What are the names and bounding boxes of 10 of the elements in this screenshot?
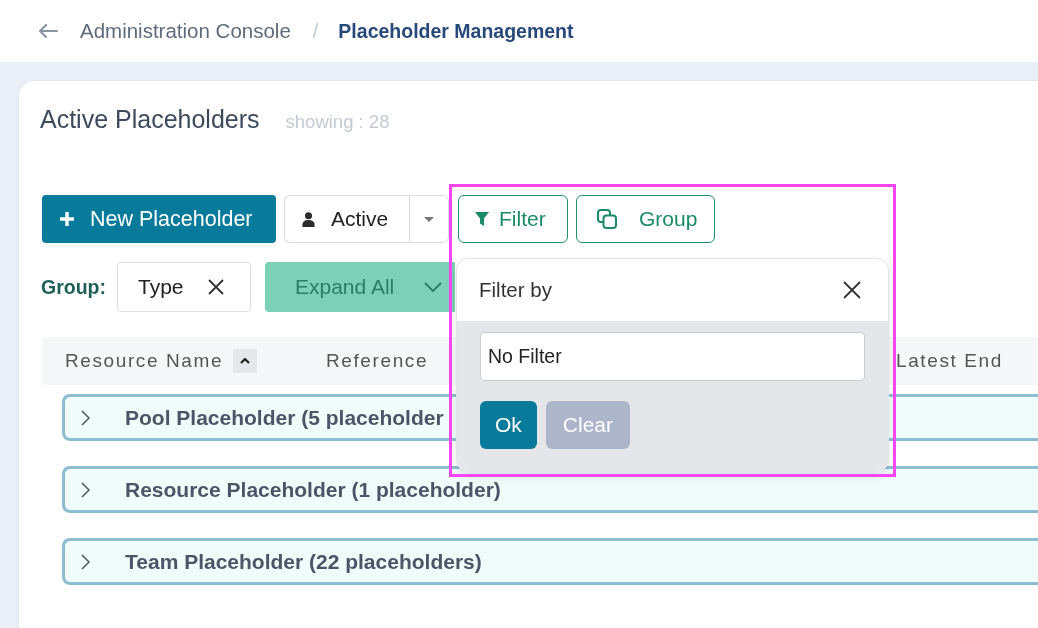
group-row-label: Team Placeholder (22 placeholders) — [125, 551, 482, 572]
chip-label: Type — [138, 275, 184, 299]
popup-title: Filter by — [479, 278, 552, 302]
breadcrumb-separator: / — [312, 19, 319, 43]
group-label: Group: — [41, 275, 106, 299]
group-row-label: Pool Placeholder (5 placeholder — [125, 407, 444, 428]
group-row-label: Resource Placeholder (1 placeholder) — [125, 479, 501, 500]
record-count: showing : 28 — [285, 111, 390, 133]
page-title: Active Placeholders — [40, 105, 260, 134]
breadcrumb-item: Placeholder Management — [338, 19, 574, 43]
